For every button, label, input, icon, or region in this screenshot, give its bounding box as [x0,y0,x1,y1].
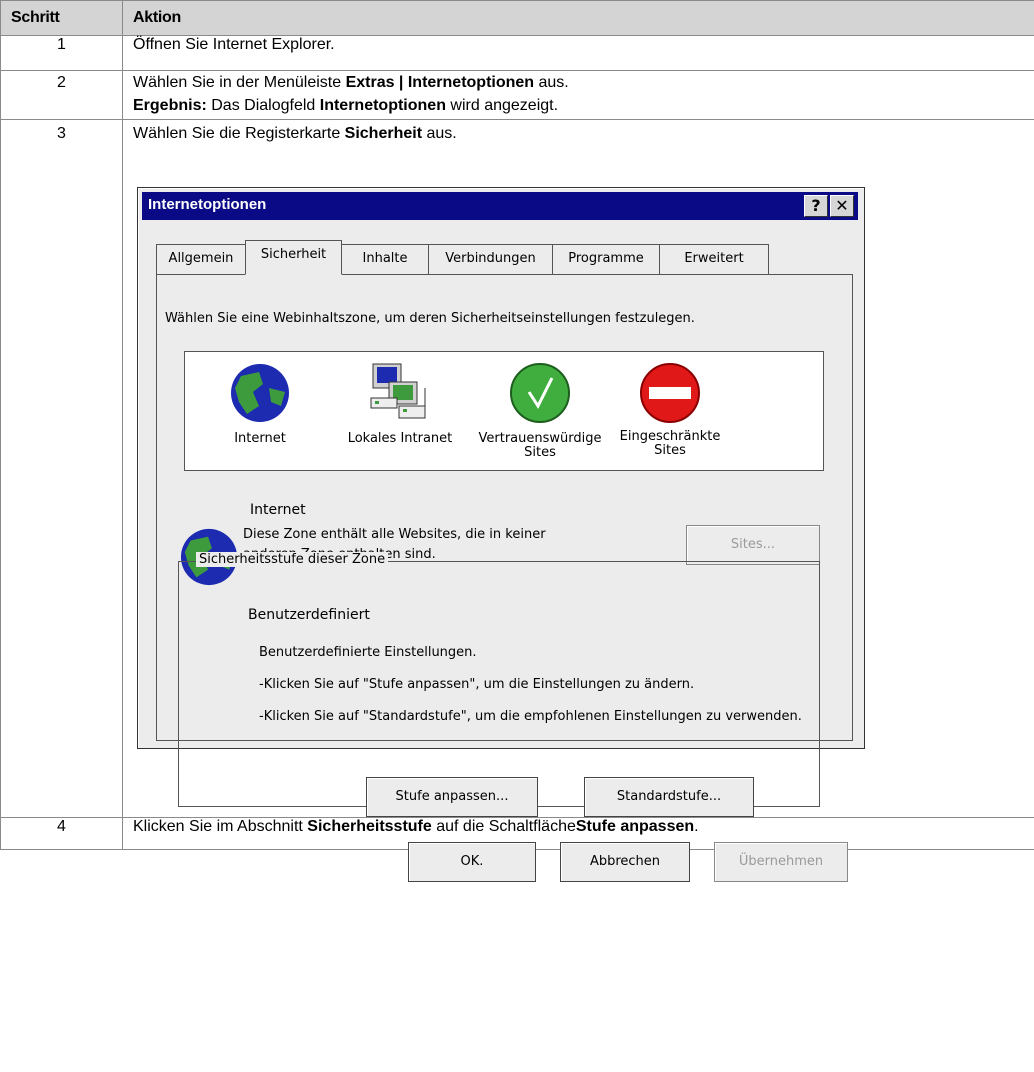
text-segment: wird angezeigt. [445,97,559,114]
selected-zone-title: Internet [250,502,306,518]
zone-label-line: Sites [524,445,556,460]
ok-button[interactable]: OK. [408,842,536,882]
text-segment: aus. [422,125,457,142]
text-segment: Klicken Sie im Abschnitt [133,818,308,835]
menu-path: Extras | Internetoptionen [345,74,535,91]
header-action: Aktion [122,0,1034,36]
security-level-title: Benutzerdefiniert [248,607,370,623]
zone-restricted-sites[interactable]: Eingeschränkte Sites [595,362,745,458]
tab-inhalte[interactable]: Inhalte [341,244,429,274]
globe-icon [231,364,289,422]
result-label: Ergebnis: [133,97,207,114]
section-name: Sicherheitsstufe [307,818,432,835]
button-name: Stufe anpassen [575,818,695,835]
table-row: 2 Wählen Sie in der Menüleiste Extras | … [0,70,1034,120]
check-circle-icon [510,363,570,423]
header-step: Schritt [0,0,123,36]
zone-label: Eingeschränkte Sites [595,430,745,458]
zone-list: Internet Lokales Intranet Vertrauenswürd… [184,351,824,471]
zone-label-line: Eingeschränkte [619,429,721,444]
zone-label-line: Sites [654,443,686,458]
text-segment: aus. [534,74,569,91]
help-button[interactable]: ? [804,195,828,217]
zone-internet[interactable]: Internet [185,362,335,446]
text-segment: Das Dialogfeld [206,97,320,114]
zone-label: Lokales Intranet [347,431,453,446]
table-row: 1 Öffnen Sie Internet Explorer. [0,35,1034,71]
tab-allgemein[interactable]: Allgemein [156,244,246,274]
tab-erweitert[interactable]: Erweitert [659,244,769,274]
internet-options-dialog: Internetoptionen ? ✕ Allgemein Sicherhei… [137,187,865,882]
zone-trusted-sites[interactable]: Vertrauenswürdige Sites [465,362,615,460]
customize-level-button[interactable]: Stufe anpassen... [366,777,538,817]
close-button[interactable]: ✕ [830,195,854,217]
default-level-button[interactable]: Standardstufe... [584,777,754,817]
step-number: 2 [0,70,123,120]
step-action: Öffnen Sie Internet Explorer. [122,35,1034,71]
help-icon: ? [811,196,821,215]
dialog-titlebar: Internetoptionen ? ✕ [142,192,858,220]
description-line: Diese Zone enthält alle Websites, die in… [243,527,546,542]
close-icon: ✕ [835,196,849,215]
dialog-title: Internetoptionen [148,196,267,213]
no-entry-icon [640,363,700,423]
text-segment: Wählen Sie die Registerkarte [133,125,345,142]
apply-button[interactable]: Übernehmen [714,842,848,882]
tab-name: Sicherheit [344,125,423,142]
step-number: 1 [0,35,123,71]
security-level-line: -Klicken Sie auf "Standardstufe", um die… [259,709,802,724]
text-segment: Wählen Sie in der Menüleiste [133,74,346,91]
tab-verbindungen[interactable]: Verbindungen [428,244,553,274]
zone-label: Vertrauenswürdige Sites [465,432,615,460]
step-action: Wählen Sie in der Menüleiste Extras | In… [122,70,1034,120]
security-level-line: -Klicken Sie auf "Stufe anpassen", um di… [259,677,695,692]
zone-local-intranet[interactable]: Lokales Intranet [325,362,475,446]
tab-sicherheit[interactable]: Sicherheit [245,240,342,275]
zone-label: Internet [234,431,286,446]
tab-programme[interactable]: Programme [552,244,660,274]
text-segment: . [694,818,699,835]
text-segment: auf die Schaltfläche [431,818,576,835]
security-level-line: Benutzerdefinierte Einstellungen. [259,645,477,660]
security-level-legend: Sicherheitsstufe dieser Zone [196,552,389,567]
zone-label-line: Vertrauenswürdige [478,431,602,446]
step-number: 3 [0,119,123,818]
dialog-name: Internetoptionen [319,97,446,114]
sites-button[interactable]: Sites... [686,525,820,565]
step-number: 4 [0,817,123,850]
cancel-button[interactable]: Abbrechen [560,842,690,882]
zone-intro-text: Wählen Sie eine Webinhaltszone, um deren… [165,311,695,326]
intranet-computers-icon [370,363,426,419]
